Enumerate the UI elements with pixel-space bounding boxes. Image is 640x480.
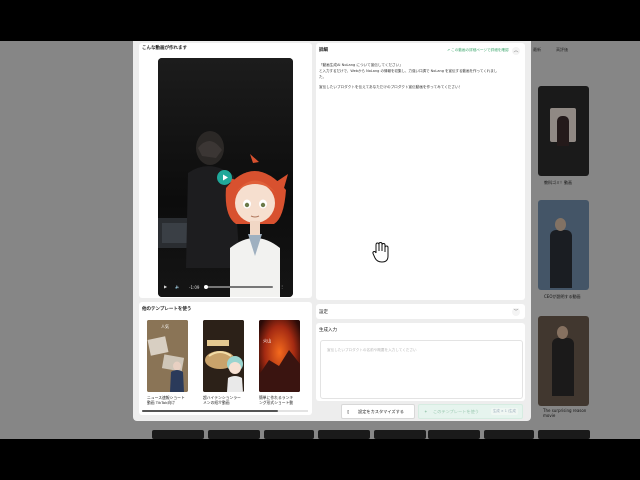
generation-cost-badge: 生成 × 1 /生成 — [491, 408, 518, 415]
customize-settings-label: 設定をカスタマイズする — [358, 409, 404, 414]
video-controls: ▶ 🔈 -1:09 ⋮ — [162, 282, 289, 292]
customize-settings-button[interactable]: ▯ 設定をカスタマイズする — [341, 404, 415, 419]
other-templates-label: 他のテンプレートを使う — [142, 307, 192, 312]
template-title: ング形式ショート動 — [259, 400, 294, 405]
template-thumbnail-ramen[interactable] — [203, 320, 244, 392]
use-template-label: このテンプレートを使う — [433, 409, 479, 414]
bookmark-icon: ▯ — [347, 409, 350, 414]
details-text: 宣伝したいプロダクトを伝えてあなただけのプロダクト宣伝動画を作ってみてください！ — [319, 85, 463, 89]
use-template-button[interactable]: ✦ このテンプレートを使う 生成 × 1 /生成 — [418, 404, 523, 419]
templates-scrollbar-thumb[interactable] — [142, 410, 278, 412]
svg-text:人気: 人気 — [161, 323, 169, 329]
sparkle-icon: ✦ — [424, 409, 428, 414]
chevron-up-icon[interactable]: ︿ — [512, 47, 520, 55]
templates-scrollbar-track[interactable] — [142, 410, 308, 412]
video-time: -1:09 — [189, 284, 200, 290]
details-text: と入力するだけで、Webから NoLang の情報を収集し、力強い口調で NoL… — [319, 69, 498, 73]
play-icon[interactable]: ▶ — [164, 284, 167, 289]
settings-label: 設定 — [319, 310, 328, 315]
more-options-icon[interactable]: ⋮ — [280, 284, 284, 289]
details-page-link-text: この動画の詳細ページで詳細を確認 — [451, 48, 509, 52]
chevron-down-icon[interactable]: ﹀ — [512, 308, 520, 316]
details-panel — [316, 43, 525, 300]
template-title: 動画 TikTok向け — [147, 400, 176, 405]
video-progress-handle[interactable] — [204, 285, 208, 289]
video-progress-bar[interactable] — [205, 286, 273, 288]
volume-icon[interactable]: 🔈 — [175, 284, 180, 289]
details-page-link[interactable]: ↗ この動画の詳細ページで詳細を確認 — [447, 48, 509, 53]
template-title: メンの紹介動画 — [203, 400, 230, 405]
settings-accordion[interactable] — [316, 304, 525, 319]
play-overlay-button[interactable] — [217, 170, 232, 185]
letterbox-top — [0, 0, 640, 41]
details-label: 詳細 — [319, 48, 328, 53]
product-input-placeholder: 宣伝したいプロダクトの名前や概要を入力してください — [327, 348, 417, 352]
template-thumbnail-ranking[interactable]: 火山 — [259, 320, 300, 392]
letterbox-bottom — [0, 439, 640, 480]
svg-text:火山: 火山 — [263, 337, 271, 344]
preview-label: こんな動画が作れます — [142, 46, 187, 51]
hand-cursor-icon — [371, 240, 391, 268]
template-thumbnail-news[interactable]: 人気 — [147, 320, 188, 392]
generation-input-label: 生成入力 — [319, 328, 337, 333]
details-text: た。 — [319, 75, 327, 79]
